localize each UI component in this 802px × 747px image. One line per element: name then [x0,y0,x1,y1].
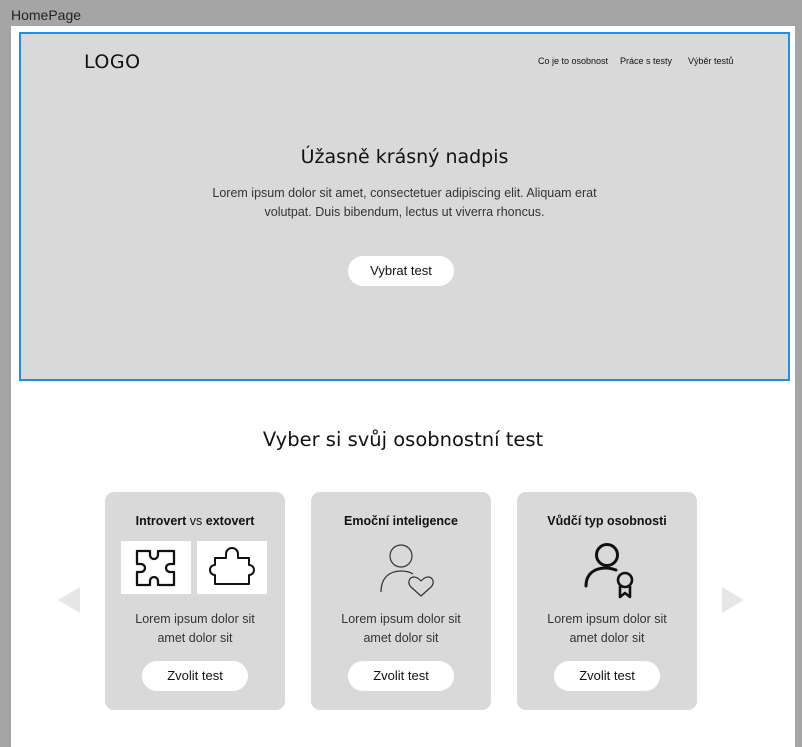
card-text: Lorem ipsum dolor sit amet dolor sit [517,610,697,648]
card-title: Vůdčí typ osobnosti [547,514,667,528]
choose-test-button[interactable]: Zvolit test [142,661,248,691]
select-test-button[interactable]: Vybrat test [348,256,454,286]
hero-title: Úžasně krásný nadpis [300,146,509,168]
puzzle-piece-icon [209,547,255,585]
hero-text-line-1: Lorem ipsum dolor sit amet, consectetuer… [212,186,597,200]
card-text-line-2: amet dolor sit [363,631,439,645]
card-text-line-1: Lorem ipsum dolor sit [341,612,461,626]
nav-link-vyber-testu[interactable]: Výběr testů [688,56,734,66]
card-title: Emoční inteligence [344,514,458,528]
hero-section: LOGO Co je to osobnost Práce s testy Výb… [19,32,790,381]
hero-text: Lorem ipsum dolor sit amet, consectetuer… [201,184,608,222]
test-card-leadership: Vůdčí typ osobnosti Lorem ipsum dolor si… [517,492,697,710]
card-text-line-2: amet dolor sit [157,631,233,645]
triangle-left-icon[interactable] [58,587,80,613]
logo[interactable]: LOGO [84,51,141,73]
puzzle-piece-tile [197,541,267,594]
card-text-line-2: amet dolor sit [569,631,645,645]
choose-test-button[interactable]: Zvolit test [554,661,660,691]
card-title: Introvert vs extovert [105,514,285,528]
hero-text-line-2: volutpat. Duis bibendum, lectus ut viver… [264,205,545,219]
person-badge-icon [584,543,634,599]
card-title-part1: Introvert [135,514,187,528]
test-card-introvert: Introvert vs extovert Lorem ipsum dolor … [105,492,285,710]
card-title-part2: extovert [205,514,255,528]
test-card-emotional-intelligence: Emoční inteligence Lorem ipsum dolor sit… [311,492,491,710]
section-title: Vyber si svůj osobnostní test [262,428,544,451]
nav-link-co-je-to-osobnost[interactable]: Co je to osobnost [538,56,608,66]
frame-label: HomePage [11,7,82,23]
homepage-frame: LOGO Co je to osobnost Práce s testy Výb… [11,26,795,747]
card-text-line-1: Lorem ipsum dolor sit [547,612,667,626]
puzzle-inner-tile [121,541,191,594]
person-heart-icon [380,544,434,597]
card-text: Lorem ipsum dolor sit amet dolor sit [311,610,491,648]
triangle-right-icon[interactable] [722,587,744,613]
card-title-vs: vs [186,514,206,528]
choose-test-button[interactable]: Zvolit test [348,661,454,691]
puzzle-inner-icon [135,549,176,587]
card-text: Lorem ipsum dolor sit amet dolor sit [105,610,285,648]
nav-link-prace-s-testy[interactable]: Práce s testy [620,56,672,66]
card-text-line-1: Lorem ipsum dolor sit [135,612,255,626]
